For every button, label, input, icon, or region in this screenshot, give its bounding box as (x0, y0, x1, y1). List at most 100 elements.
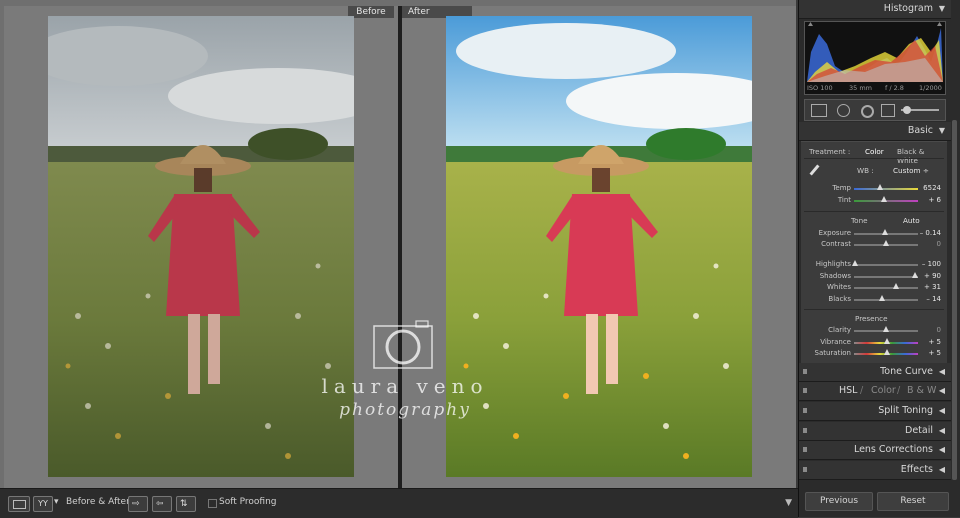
wb-label: WB : (857, 166, 874, 175)
right-panel: Histogram ▼ ISO 100 35 mm f / 2.8 1/2000 (798, 0, 960, 517)
soft-proofing-label: Soft Proofing (219, 497, 277, 507)
clarity-slider-knob[interactable] (883, 326, 889, 332)
tint-label: Tint (837, 196, 851, 204)
arrow-icon: ⇦ (156, 499, 164, 509)
panel-switch-icon[interactable] (803, 447, 807, 452)
temp-slider-knob[interactable] (877, 184, 883, 190)
panel-scrollbar[interactable] (952, 120, 957, 480)
bw-tab[interactable]: B & W (907, 385, 936, 396)
exposure-slider-knob[interactable] (882, 229, 888, 235)
copy-after-to-before-button[interactable]: ⇦ (152, 496, 172, 512)
color-tab[interactable]: Color (871, 385, 896, 396)
hsl-tab[interactable]: HSL (839, 385, 857, 396)
highlights-row: Highlights – 100 (801, 259, 947, 271)
effects-header[interactable]: Effects ◀ (799, 461, 951, 480)
panel-switch-icon[interactable] (803, 428, 807, 433)
contrast-slider-knob[interactable] (883, 240, 889, 246)
view-mode-dropdown-icon[interactable]: ▾ (54, 497, 59, 507)
saturation-value[interactable]: + 5 (928, 349, 941, 357)
lightroom-develop-window: Before After laura veno photography YY ▾… (0, 0, 960, 518)
highlights-slider-knob[interactable] (852, 260, 858, 266)
contrast-value[interactable]: 0 (937, 240, 941, 248)
effects-title: Effects (900, 464, 933, 475)
after-photo[interactable] (446, 16, 752, 477)
clarity-label: Clarity (828, 326, 851, 334)
auto-tone-button[interactable]: Auto (903, 216, 920, 225)
toolbar-menu-icon[interactable]: ▼ (785, 498, 792, 508)
blacks-value[interactable]: – 14 (926, 295, 941, 303)
basic-header[interactable]: Basic ▼ (799, 122, 951, 141)
wb-select[interactable]: Custom ÷ (893, 166, 929, 175)
swap-icon: ⇅ (180, 499, 188, 509)
crop-tool-icon[interactable] (811, 104, 827, 117)
before-after-view-button[interactable]: YY (33, 496, 53, 512)
saturation-row: Saturation + 5 (801, 348, 947, 360)
detail-header[interactable]: Detail ◀ (799, 422, 951, 441)
loupe-view-icon (13, 500, 26, 509)
divider (804, 211, 944, 212)
whites-value[interactable]: + 31 (924, 283, 941, 291)
vibrance-label: Vibrance (820, 338, 851, 346)
vibrance-slider-knob[interactable] (884, 338, 890, 344)
red-eye-icon[interactable] (861, 105, 874, 118)
panel-switch-icon[interactable] (803, 408, 807, 413)
whites-slider-knob[interactable] (893, 283, 899, 289)
eyedropper-icon[interactable] (807, 164, 821, 178)
panel-switch-icon[interactable] (803, 369, 807, 374)
temp-value[interactable]: 6524 (923, 184, 941, 192)
collapse-icon: ▼ (938, 4, 945, 13)
expand-icon: ◀ (938, 426, 945, 435)
treatment-color-option[interactable]: Color (865, 147, 884, 156)
tint-slider-knob[interactable] (881, 196, 887, 202)
divider (804, 309, 944, 310)
soft-proofing-checkbox[interactable] (208, 499, 217, 508)
separator: / (897, 385, 901, 396)
focal-length-value: 35 mm (849, 84, 873, 92)
loupe-view-button[interactable] (8, 496, 30, 512)
panel-switch-icon[interactable] (803, 467, 807, 472)
graduated-filter-icon[interactable] (881, 104, 895, 117)
histogram-header[interactable]: Histogram ▼ (799, 0, 951, 19)
split-toning-header[interactable]: Split Toning ◀ (799, 402, 951, 421)
basic-title: Basic (907, 125, 933, 136)
highlights-slider[interactable] (854, 264, 918, 266)
histogram-info: ISO 100 35 mm f / 2.8 1/2000 (805, 84, 945, 94)
blacks-slider-knob[interactable] (879, 295, 885, 301)
lens-corrections-header[interactable]: Lens Corrections ◀ (799, 441, 951, 460)
presence-label: Presence (855, 314, 888, 323)
saturation-label: Saturation (814, 349, 852, 357)
saturation-slider-knob[interactable] (884, 349, 890, 355)
reset-button[interactable]: Reset (877, 492, 949, 511)
tone-curve-header[interactable]: Tone Curve ◀ (799, 363, 951, 382)
exposure-value[interactable]: – 0.14 (920, 229, 941, 237)
highlights-value[interactable]: – 100 (922, 260, 941, 268)
aperture-value: f / 2.8 (885, 84, 904, 92)
before-label: Before (348, 6, 394, 18)
vibrance-value[interactable]: + 5 (928, 338, 941, 346)
panel-switch-icon[interactable] (803, 388, 807, 393)
whites-label: Whites (826, 283, 851, 291)
copy-before-to-after-button[interactable]: ⇨ (128, 496, 148, 512)
whites-slider[interactable] (854, 287, 918, 289)
temp-slider[interactable] (854, 188, 918, 190)
spot-removal-icon[interactable] (837, 104, 850, 117)
blacks-slider[interactable] (854, 299, 918, 301)
shadows-slider[interactable] (854, 276, 918, 278)
divider (804, 158, 944, 159)
histogram[interactable]: ISO 100 35 mm f / 2.8 1/2000 (804, 21, 946, 95)
highlights-label: Highlights (815, 260, 851, 268)
blacks-label: Blacks (828, 295, 851, 303)
shadows-value[interactable]: + 90 (924, 272, 941, 280)
expand-icon: ◀ (938, 445, 945, 454)
before-photo[interactable] (48, 16, 354, 477)
hsl-header[interactable]: HSL / Color / B & W ◀ (799, 382, 951, 401)
treatment-bw-option[interactable]: Black & White (897, 147, 947, 165)
clarity-value[interactable]: 0 (937, 326, 941, 334)
shadows-slider-knob[interactable] (912, 272, 918, 278)
tint-value[interactable]: + 6 (928, 196, 941, 204)
previous-button[interactable]: Previous (805, 492, 873, 511)
expand-icon: ◀ (938, 465, 945, 474)
exposure-label: Exposure (818, 229, 851, 237)
bottom-toolbar: YY ▾ Before & After : ⇨ ⇦ ⇅ Soft Proofin… (0, 488, 798, 518)
swap-settings-button[interactable]: ⇅ (176, 496, 196, 512)
